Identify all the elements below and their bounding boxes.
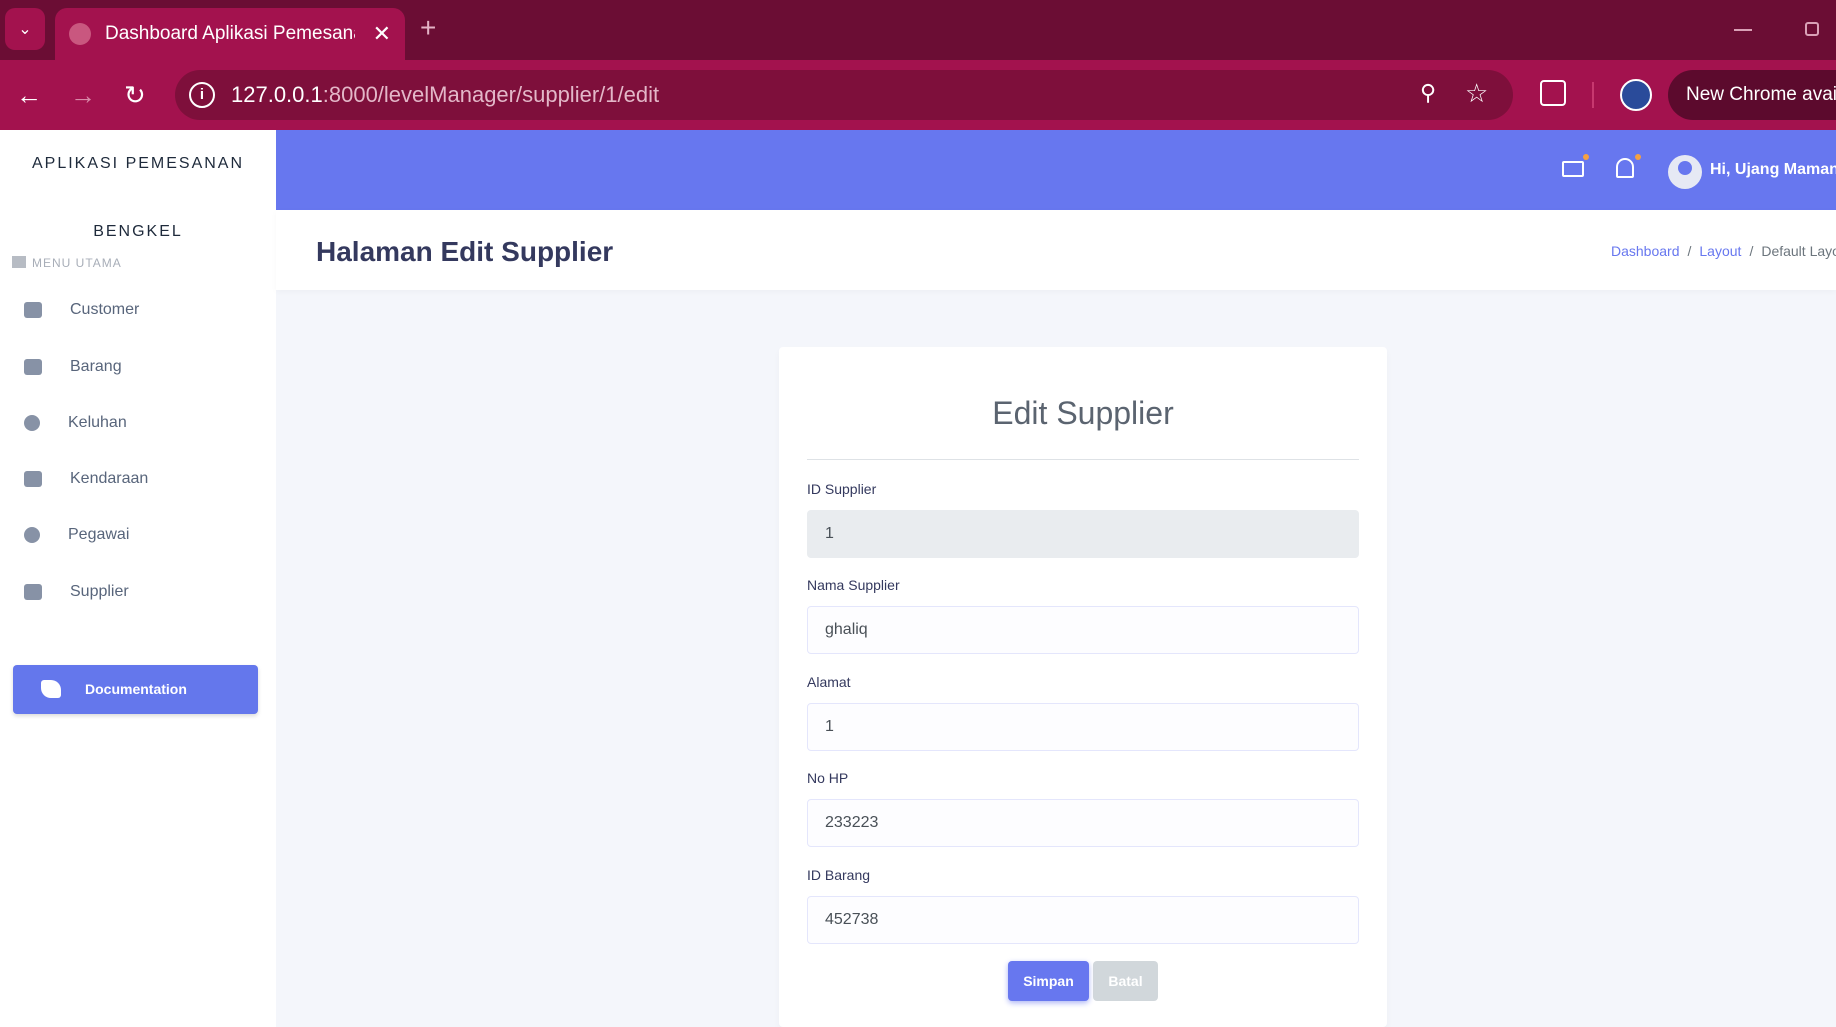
sidebar-item-barang[interactable]: Barang (24, 352, 264, 382)
sidebar-item-label: Pegawai (68, 526, 130, 543)
info-icon[interactable]: i (189, 82, 215, 108)
truck-icon (24, 584, 42, 600)
new-chrome-available-button[interactable]: New Chrome availa (1668, 70, 1836, 120)
notification-dot (1583, 154, 1589, 160)
id-supplier-field[interactable]: 1 (807, 510, 1359, 558)
card-title: Edit Supplier (992, 395, 1174, 431)
sidebar-item-label: Supplier (70, 583, 129, 600)
bell-icon[interactable] (1616, 158, 1634, 178)
id-barang-field[interactable]: 452738 (807, 896, 1359, 944)
forward-arrow-icon[interactable]: → (70, 80, 96, 111)
university-icon (12, 256, 26, 268)
breadcrumb-current: Default Layo (1761, 243, 1836, 259)
envelope-icon[interactable] (1562, 161, 1584, 177)
breadcrumb-dashboard[interactable]: Dashboard (1611, 243, 1680, 259)
restore-icon[interactable] (1805, 22, 1819, 36)
car-icon (24, 471, 42, 487)
cancel-button[interactable]: Batal (1093, 961, 1158, 1001)
tab-title: Dashboard Aplikasi Pemesanan (105, 23, 355, 44)
notification-dot (1635, 154, 1641, 160)
new-tab-button[interactable]: + (420, 12, 436, 44)
users-icon (24, 302, 42, 318)
tab-search-button[interactable]: ⌄ (5, 8, 45, 50)
close-icon[interactable]: ✕ (373, 21, 391, 47)
no-hp-field[interactable]: 233223 (807, 799, 1359, 847)
page-title: Halaman Edit Supplier (316, 236, 614, 267)
sidebar-item-keluhan[interactable]: Keluhan (24, 408, 264, 438)
save-button[interactable]: Simpan (1008, 961, 1089, 1001)
sidebar-brand-subtitle: BENGKEL (93, 223, 183, 240)
menu-header: MENU UTAMA (12, 256, 122, 270)
no-hp-label: No HP (807, 770, 849, 786)
sidebar-item-label: Barang (70, 358, 122, 375)
sidebar-item-label: Keluhan (68, 414, 127, 431)
globe-icon (69, 23, 91, 45)
sidebar-item-customer[interactable]: Customer (24, 295, 264, 325)
alamat-label: Alamat (807, 674, 851, 690)
profile-avatar[interactable] (1620, 79, 1652, 111)
divider (807, 459, 1359, 460)
extensions-icon[interactable] (1540, 80, 1566, 106)
nama-supplier-field[interactable]: ghaliq (807, 606, 1359, 654)
id-supplier-label: ID Supplier (807, 481, 877, 497)
browser-tab[interactable]: Dashboard Aplikasi Pemesanan ✕ (55, 8, 405, 60)
sidebar-item-pegawai[interactable]: Pegawai (24, 520, 264, 550)
reload-icon[interactable]: ↻ (124, 80, 146, 111)
alamat-field[interactable]: 1 (807, 703, 1359, 751)
toolbar-divider (1592, 82, 1594, 108)
documentation-button[interactable]: Documentation (13, 665, 258, 714)
chevron-down-icon: ⌄ (18, 21, 32, 38)
exclamation-circle-icon (24, 415, 40, 431)
top-navbar (276, 130, 1836, 210)
star-icon[interactable]: ☆ (1465, 78, 1488, 109)
user-tie-icon (24, 527, 40, 543)
box-icon (24, 359, 42, 375)
minimize-icon[interactable] (1734, 29, 1752, 31)
user-greeting[interactable]: Hi, Ujang Maman (1710, 161, 1836, 179)
sidebar-item-label: Kendaraan (70, 470, 149, 487)
id-barang-label: ID Barang (807, 867, 871, 883)
url-text[interactable]: 127.0.0.1:8000/levelManager/supplier/1/e… (231, 82, 659, 108)
address-bar[interactable]: i 127.0.0.1:8000/levelManager/supplier/1… (175, 70, 1513, 120)
sidebar-item-label: Customer (70, 301, 140, 318)
rocket-icon (41, 680, 61, 698)
sidebar-brand[interactable]: APLIKASI PEMESANAN (0, 155, 276, 173)
sidebar-item-kendaraan[interactable]: Kendaraan (24, 464, 264, 494)
sidebar-item-supplier[interactable]: Supplier (24, 577, 264, 607)
breadcrumb: Dashboard / Layout / Default Layo (1611, 243, 1836, 259)
breadcrumb-layout[interactable]: Layout (1699, 243, 1741, 259)
zoom-icon[interactable]: ⚲ (1420, 80, 1436, 106)
avatar[interactable] (1668, 155, 1702, 189)
nama-supplier-label: Nama Supplier (807, 577, 900, 593)
back-arrow-icon[interactable]: ← (16, 80, 42, 111)
